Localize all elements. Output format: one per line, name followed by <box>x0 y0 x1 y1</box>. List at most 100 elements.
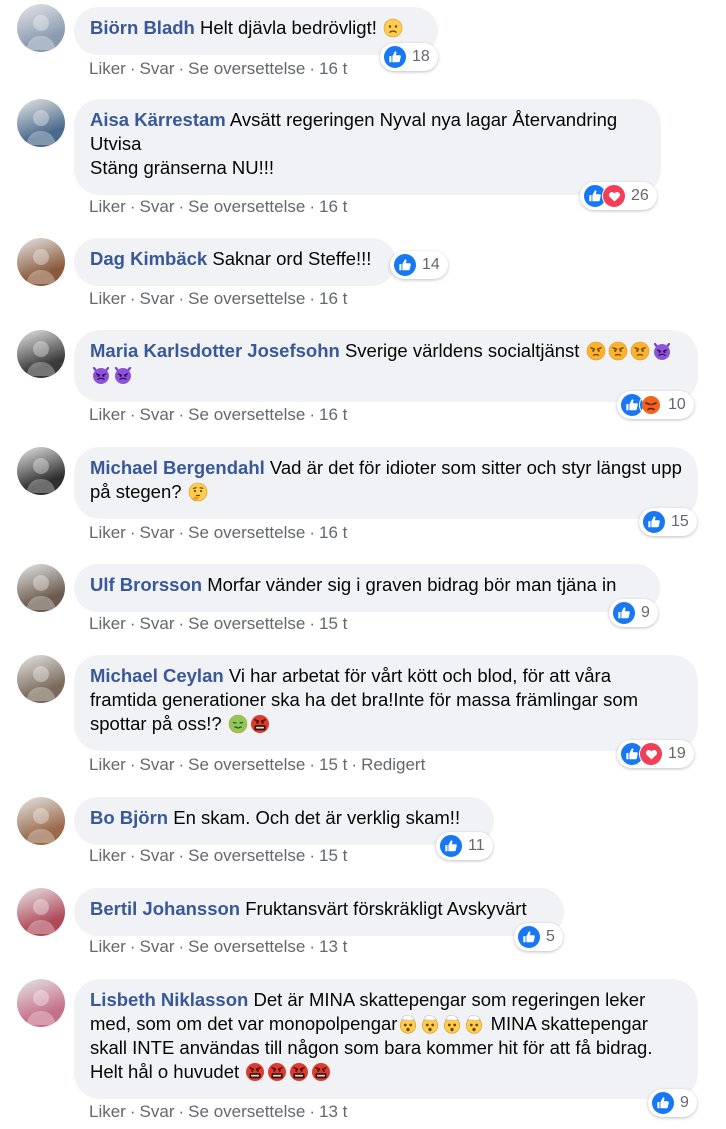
like-button[interactable]: Liker <box>89 614 126 634</box>
reaction-summary[interactable]: 26 <box>580 182 657 210</box>
nauseated-face-emoji-icon <box>227 713 249 734</box>
comment-author[interactable]: Bertil Johansson <box>90 898 240 919</box>
comment-author[interactable]: Michael Bergendahl <box>90 457 265 478</box>
separator-dot: · <box>129 197 136 216</box>
reaction-count: 5 <box>546 928 555 945</box>
avatar[interactable] <box>17 888 65 936</box>
comment-actions: Liker · Svar · Se oversettelse · 16 t <box>89 59 347 79</box>
reply-button[interactable]: Svar <box>140 59 175 79</box>
comment-timestamp[interactable]: 15 t <box>319 614 347 634</box>
devil-face-emoji-icon <box>651 340 673 361</box>
comment-actions: Liker · Svar · Se oversettelse · 13 t <box>89 1102 347 1122</box>
comment-bubble: Aisa Kärrestam Avsätt regeringen Nyval n… <box>74 99 661 195</box>
comment-bubble: Bo Björn En skam. Och det är verklig ska… <box>74 797 494 845</box>
avatar[interactable] <box>17 4 65 52</box>
avatar[interactable] <box>17 330 65 378</box>
reaction-summary[interactable]: 9 <box>648 1089 697 1117</box>
avatar[interactable] <box>17 564 65 612</box>
love-reaction-icon <box>602 184 626 208</box>
reply-button[interactable]: Svar <box>140 937 175 957</box>
reaction-summary[interactable]: 10 <box>617 391 694 419</box>
reaction-summary[interactable]: 15 <box>639 508 697 536</box>
comment-timestamp[interactable]: 16 t <box>319 405 347 425</box>
comment-timestamp[interactable]: 16 t <box>319 523 347 543</box>
reaction-count: 14 <box>422 256 440 273</box>
translate-link[interactable]: Se oversettelse <box>188 755 305 775</box>
reaction-summary[interactable]: 14 <box>390 251 448 279</box>
like-button[interactable]: Liker <box>89 289 126 309</box>
reply-button[interactable]: Svar <box>140 289 175 309</box>
avatar[interactable] <box>17 979 65 1027</box>
reply-button[interactable]: Svar <box>140 1102 175 1122</box>
comment-timestamp[interactable]: 15 t <box>319 846 347 866</box>
reaction-count: 10 <box>668 396 686 413</box>
like-reaction-icon <box>393 253 417 277</box>
like-button[interactable]: Liker <box>89 937 126 957</box>
comment-author[interactable]: Dag Kimbäck <box>90 248 207 269</box>
angry-reaction-icon <box>639 393 663 417</box>
comment-timestamp[interactable]: 13 t <box>319 937 347 957</box>
comment-timestamp[interactable]: 16 t <box>319 59 347 79</box>
like-reaction-icon <box>642 510 666 534</box>
comment-bubble: Dag Kimbäck Saknar ord Steffe!!! <box>74 238 396 286</box>
comment-timestamp[interactable]: 16 t <box>319 289 347 309</box>
like-button[interactable]: Liker <box>89 1102 126 1122</box>
comment-author[interactable]: Michael Ceylan <box>90 665 224 686</box>
like-button[interactable]: Liker <box>89 197 126 217</box>
reply-button[interactable]: Svar <box>140 405 175 425</box>
reaction-summary[interactable]: 19 <box>617 740 694 768</box>
comment-actions: Liker · Svar · Se oversettelse · 13 t <box>89 937 347 957</box>
comment-text: En skam. Och det är verklig skam!! <box>173 807 461 828</box>
translate-link[interactable]: Se oversettelse <box>188 1102 305 1122</box>
like-button[interactable]: Liker <box>89 59 126 79</box>
translate-link[interactable]: Se oversettelse <box>188 523 305 543</box>
reply-button[interactable]: Svar <box>140 846 175 866</box>
comment-author[interactable]: Bo Björn <box>90 807 168 828</box>
separator-dot: · <box>178 59 185 78</box>
comment-actions: Liker · Svar · Se oversettelse · 16 t <box>89 405 347 425</box>
translate-link[interactable]: Se oversettelse <box>188 614 305 634</box>
reaction-summary[interactable]: 18 <box>380 43 438 71</box>
avatar[interactable] <box>17 797 65 845</box>
like-button[interactable]: Liker <box>89 405 126 425</box>
like-button[interactable]: Liker <box>89 523 126 543</box>
comment-author[interactable]: Aisa Kärrestam <box>90 109 226 130</box>
reaction-summary[interactable]: 9 <box>609 599 658 627</box>
translate-link[interactable]: Se oversettelse <box>188 289 305 309</box>
avatar[interactable] <box>17 238 65 286</box>
avatar[interactable] <box>17 99 65 147</box>
comment-author[interactable]: Lisbeth Niklasson <box>90 989 248 1010</box>
comment-author[interactable]: Ulf Brorsson <box>90 574 202 595</box>
separator-dot: · <box>309 937 316 956</box>
comment-author[interactable]: Biörn Bladh <box>90 17 195 38</box>
translate-link[interactable]: Se oversettelse <box>188 846 305 866</box>
comment-timestamp[interactable]: 15 t <box>319 755 347 775</box>
comment-author[interactable]: Maria Karlsdotter Josefsohn <box>90 340 340 361</box>
reaction-summary[interactable]: 5 <box>514 923 563 951</box>
comment-text: Helt djävla bedrövligt! <box>199 17 377 38</box>
reaction-summary[interactable]: 11 <box>436 832 493 860</box>
devil-face-emoji-icon <box>90 364 112 385</box>
comment-timestamp[interactable]: 16 t <box>319 197 347 217</box>
like-button[interactable]: Liker <box>89 846 126 866</box>
reply-button[interactable]: Svar <box>140 197 175 217</box>
translate-link[interactable]: Se oversettelse <box>188 405 305 425</box>
translate-link[interactable]: Se oversettelse <box>188 937 305 957</box>
translate-link[interactable]: Se oversettelse <box>188 59 305 79</box>
like-reaction-icon <box>517 925 541 949</box>
angry-face-emoji-icon <box>607 340 629 361</box>
avatar[interactable] <box>17 655 65 703</box>
edited-label[interactable]: Redigert <box>361 755 425 775</box>
reply-button[interactable]: Svar <box>140 614 175 634</box>
reply-button[interactable]: Svar <box>140 755 175 775</box>
separator-dot: · <box>309 289 316 308</box>
exploding-head-emoji-icon <box>397 1013 419 1034</box>
reply-button[interactable]: Svar <box>140 523 175 543</box>
like-button[interactable]: Liker <box>89 755 126 775</box>
avatar[interactable] <box>17 447 65 495</box>
comment-timestamp[interactable]: 13 t <box>319 1102 347 1122</box>
separator-dot: · <box>178 405 185 424</box>
separator-dot: · <box>129 289 136 308</box>
translate-link[interactable]: Se oversettelse <box>188 197 305 217</box>
separator-dot: · <box>129 846 136 865</box>
